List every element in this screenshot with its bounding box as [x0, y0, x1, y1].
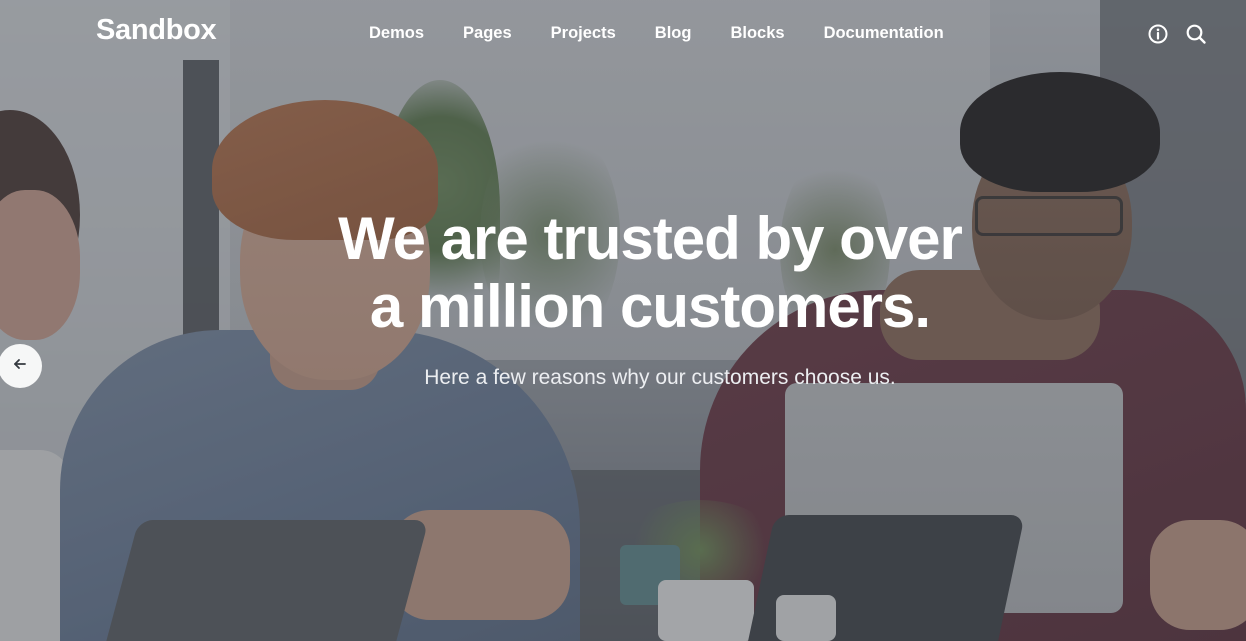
search-icon[interactable] [1185, 23, 1207, 45]
nav-item-blog[interactable]: Blog [655, 24, 692, 43]
nav-item-pages[interactable]: Pages [463, 24, 512, 43]
nav-item-projects[interactable]: Projects [551, 24, 616, 43]
site-header: Sandbox Demos Pages Projects Blog Blocks… [0, 0, 1246, 70]
main-nav: Demos Pages Projects Blog Blocks Documen… [369, 24, 944, 43]
hero-subtitle: Here a few reasons why our customers cho… [424, 366, 896, 389]
nav-item-blocks[interactable]: Blocks [730, 24, 784, 43]
hero-section: Sandbox Demos Pages Projects Blog Blocks… [0, 0, 1246, 641]
nav-item-demos[interactable]: Demos [369, 24, 424, 43]
slider-prev-button[interactable] [0, 344, 42, 388]
arrow-left-icon [12, 356, 28, 377]
hero-title-line-1: We are trusted by over [338, 205, 963, 272]
hero-title: We are trusted by over a million custome… [0, 205, 1246, 341]
nav-item-documentation[interactable]: Documentation [824, 24, 944, 43]
logo[interactable]: Sandbox [96, 14, 217, 47]
info-icon[interactable] [1147, 23, 1169, 45]
hero-title-line-2: a million customers. [369, 273, 931, 340]
